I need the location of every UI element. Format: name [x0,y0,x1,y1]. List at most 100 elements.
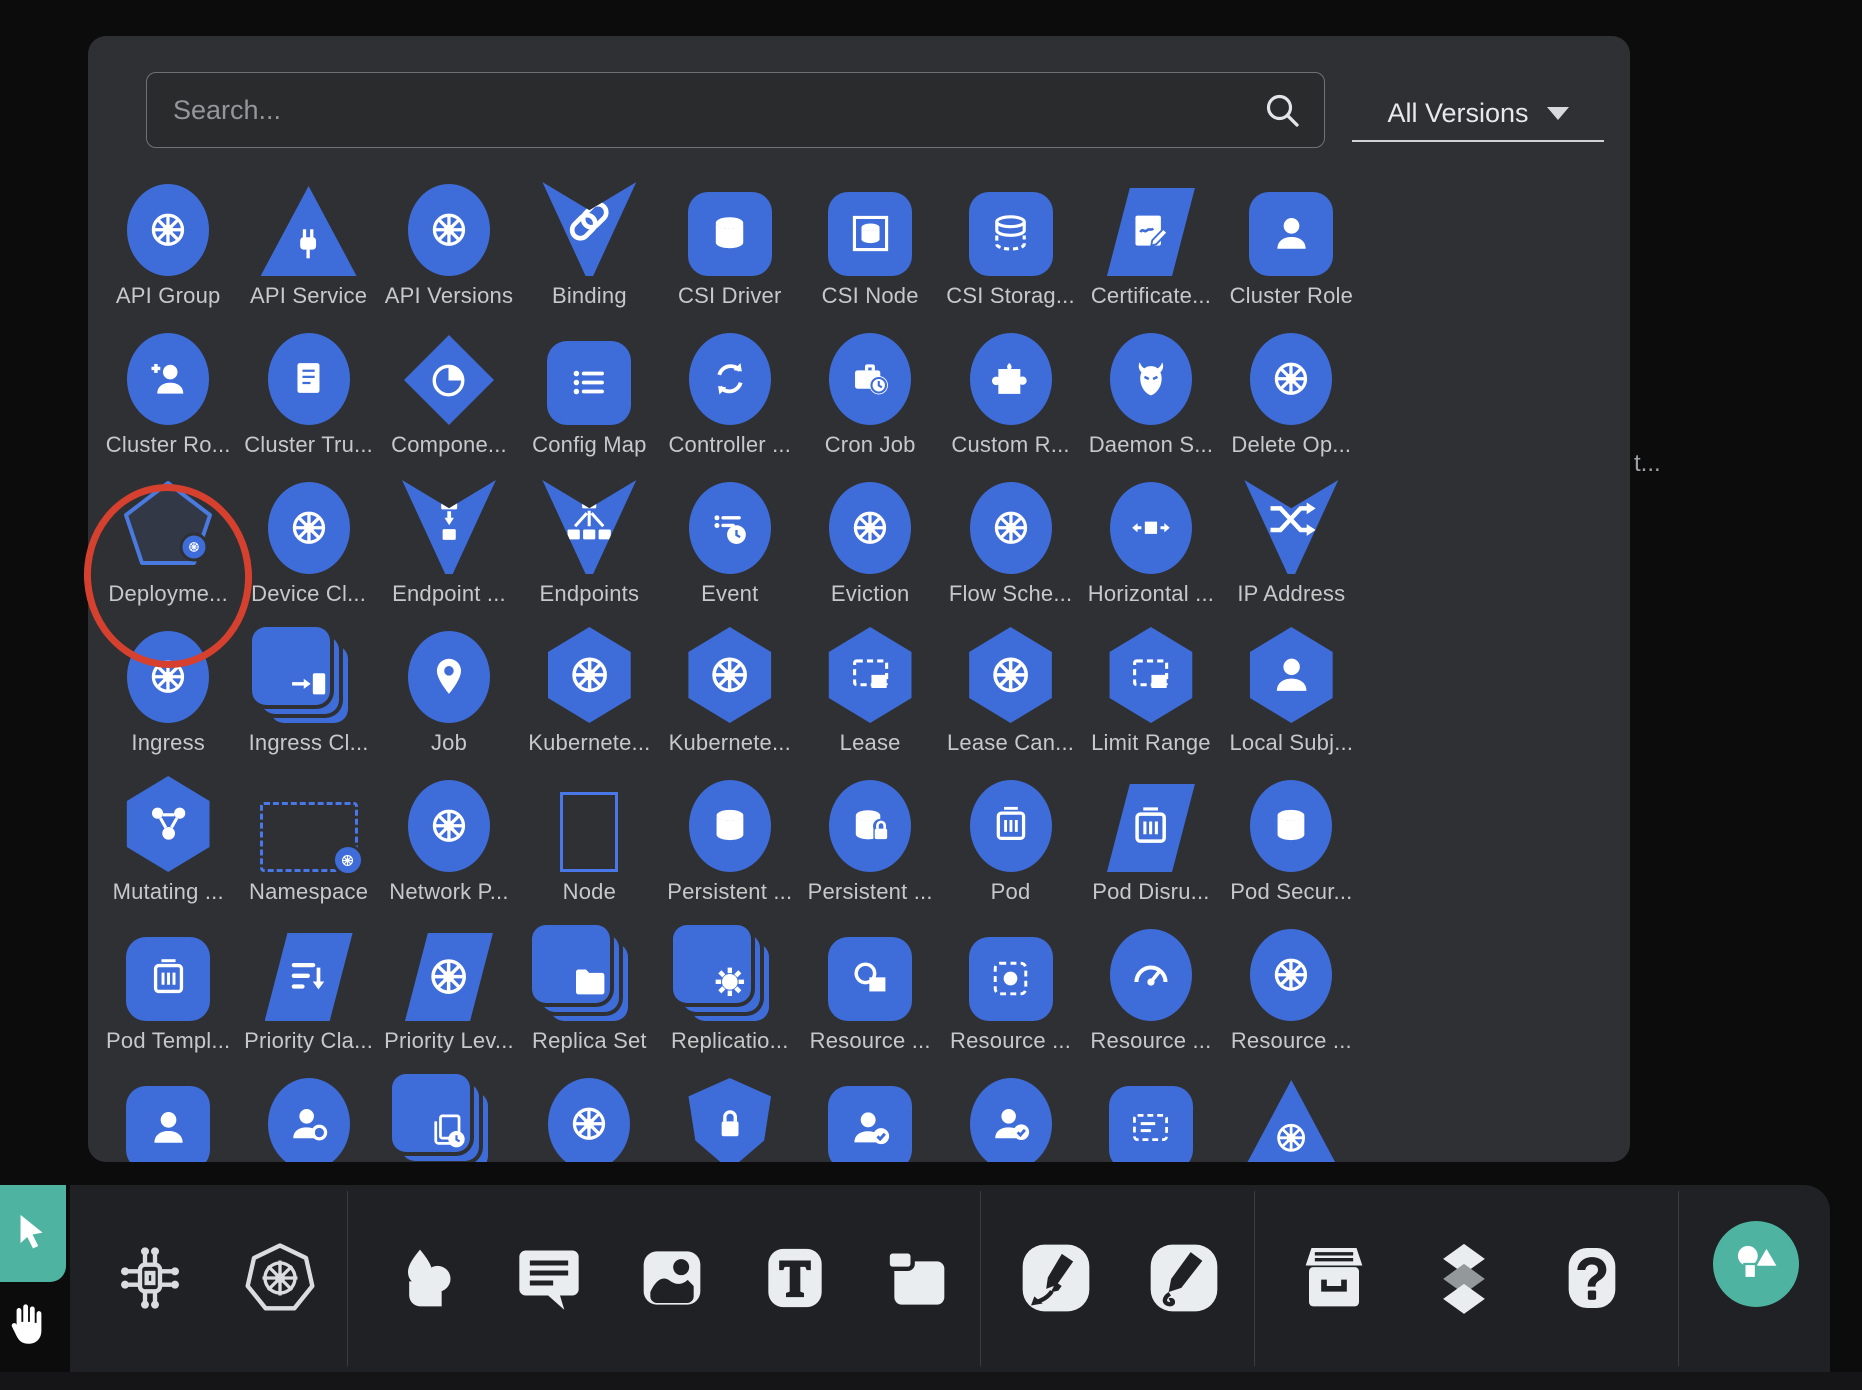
pan-tool[interactable] [2,1295,52,1355]
grid-item-role[interactable] [98,1062,238,1162]
shapes-tool[interactable] [385,1238,465,1318]
grid-item-delete-options[interactable]: Delete Op... [1221,317,1361,466]
grid-item-pod-disruption-budget[interactable]: Pod Disru... [1081,764,1221,913]
grid-item-event[interactable]: Event [660,466,800,615]
cluster-role-binding-icon [127,333,209,425]
grid-item-api-versions[interactable]: API Versions [379,168,519,317]
grid-item-resource-claim[interactable]: Resource ... [800,913,940,1062]
grid-item-service-account[interactable] [1221,1062,1361,1162]
grid-item-runtime-class[interactable] [379,1062,519,1162]
search-icon[interactable] [1262,90,1302,130]
config-map-icon [547,341,631,425]
freehand-tool[interactable] [1144,1238,1224,1318]
grid-item-job[interactable]: Job [379,615,519,764]
grid-item-label: Kubernete... [669,730,791,756]
pod-icon [970,780,1052,872]
grid-item-custom-resource-definition[interactable]: Custom R... [940,317,1080,466]
grid-item-namespace[interactable]: Namespace [238,764,378,913]
api-versions-icon [408,184,490,276]
comment-tool[interactable] [509,1238,589,1318]
grid-item-kubernetes-resource-2[interactable]: Kubernete... [660,615,800,764]
icon-box [800,168,940,276]
grid-item-pod-template[interactable]: Pod Templ... [98,913,238,1062]
grid-item-ingress[interactable]: Ingress [98,615,238,764]
grid-item-cluster-role-binding[interactable]: Cluster Ro... [98,317,238,466]
grid-item-role-binding[interactable] [238,1062,378,1162]
grid-item-endpoints[interactable]: Endpoints [519,466,659,615]
custom-resource-tool[interactable] [110,1238,190,1318]
grid-item-resource-slice[interactable]: Resource ... [1221,913,1361,1062]
grid-item-pod[interactable]: Pod [940,764,1080,913]
grid-item-limit-range[interactable]: Limit Range [1081,615,1221,764]
grid-item-binding[interactable]: Binding [519,168,659,317]
grid-item-ip-address[interactable]: IP Address [1221,466,1361,615]
icon-box [1221,168,1361,276]
grid-item-api-group[interactable]: API Group [98,168,238,317]
grid-item-label: Limit Range [1091,730,1211,756]
grid-item-cluster-trust-bundle[interactable]: Cluster Tru... [238,317,378,466]
versions-dropdown[interactable]: All Versions [1352,86,1604,142]
help-button[interactable] [1552,1238,1632,1318]
grid-item-pod-security-policy[interactable]: Pod Secur... [1221,764,1361,913]
cluster-role-icon [1249,192,1333,276]
grid-item-csi-driver[interactable]: CSI Driver [660,168,800,317]
grid-item-device-class[interactable]: Device Cl... [238,466,378,615]
grid-item-priority-level-configuration[interactable]: Priority Lev... [379,913,519,1062]
grid-item-horizontal-pod-autoscaler[interactable]: Horizontal ... [1081,466,1221,615]
grid-item-csi-node[interactable]: CSI Node [800,168,940,317]
grid-item-ingress-class[interactable]: Ingress Cl... [238,615,378,764]
note-tool[interactable] [876,1238,956,1318]
grid-item-scale[interactable] [519,1062,659,1162]
grid-item-service[interactable] [1081,1062,1221,1162]
grid-item-eviction[interactable]: Eviction [800,466,940,615]
grid-item-csi-storage-capacity[interactable]: CSI Storag... [940,168,1080,317]
text-tool[interactable] [755,1238,835,1318]
grid-item-daemon-set[interactable]: Daemon S... [1081,317,1221,466]
grid-item-label: Eviction [831,581,910,607]
grid-item-controller-revision[interactable]: Controller ... [660,317,800,466]
image-tool[interactable] [632,1238,712,1318]
grid-item-api-service[interactable]: API Service [238,168,378,317]
grid-item-cluster-role[interactable]: Cluster Role [1221,168,1361,317]
grid-item-persistent-volume[interactable]: Persistent ... [660,764,800,913]
grid-item-endpoint-slice[interactable]: Endpoint ... [379,466,519,615]
ingress-class-icon [270,645,348,723]
connector-pen-tool[interactable] [1016,1238,1096,1318]
grid-item-component-status[interactable]: Compone... [379,317,519,466]
shapes-fab[interactable] [1713,1221,1799,1307]
grid-item-lease-candidate[interactable]: Lease Can... [940,615,1080,764]
grid-item-label: Horizontal ... [1088,581,1214,607]
search-input[interactable] [147,95,1262,126]
library-tool[interactable] [1294,1238,1374,1318]
grid-item-network-policy[interactable]: Network P... [379,764,519,913]
grid-item-config-map[interactable]: Config Map [519,317,659,466]
layers-tool[interactable] [1424,1238,1504,1318]
grid-item-kubernetes-resource-1[interactable]: Kubernete... [519,615,659,764]
kubernetes-tool[interactable] [240,1238,320,1318]
grid-item-resource-quota[interactable]: Resource ... [1081,913,1221,1062]
grid-item-persistent-volume-claim[interactable]: Persistent ... [800,764,940,913]
grid-item-label: Priority Cla... [244,1028,373,1054]
grid-item-mutating-webhook-configuration[interactable]: Mutating ... [98,764,238,913]
grid-item-self-subject-access-review[interactable] [800,1062,940,1162]
grid-item-replication-controller[interactable]: Replicatio... [660,913,800,1062]
icon-box [98,1062,238,1162]
grid-item-lease[interactable]: Lease [800,615,940,764]
grid-item-label: Replicatio... [671,1028,789,1054]
grid-item-priority-class[interactable]: Priority Cla... [238,913,378,1062]
grid-item-node[interactable]: Node [519,764,659,913]
grid-item-secret[interactable] [660,1062,800,1162]
grid-item-flow-schema[interactable]: Flow Sche... [940,466,1080,615]
grid-item-resource-claim-template[interactable]: Resource ... [940,913,1080,1062]
grid-item-cron-job[interactable]: Cron Job [800,317,940,466]
grid-item-label: Pod Disru... [1092,879,1209,905]
grid-item-replica-set[interactable]: Replica Set [519,913,659,1062]
grid-item-deployment[interactable]: Deployme... [98,466,238,615]
toolbar-divider [1678,1191,1679,1366]
endpoints-icon [542,480,636,574]
grid-item-local-subject-access-review[interactable]: Local Subj... [1221,615,1361,764]
limit-range-icon [1107,627,1195,723]
grid-item-certificate-signing-request[interactable]: Certificate... [1081,168,1221,317]
select-tool[interactable] [0,1185,66,1282]
grid-item-self-subject-rules-review[interactable] [940,1062,1080,1162]
